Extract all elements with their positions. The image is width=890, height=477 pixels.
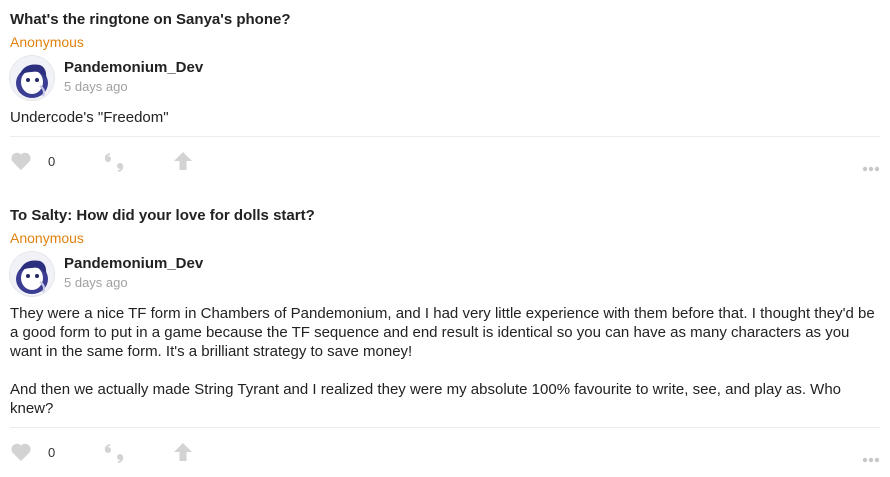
answer-paragraph: Undercode's "Freedom"	[10, 109, 169, 126]
action-bar: 0	[10, 137, 880, 185]
heart-icon[interactable]	[10, 151, 32, 176]
avatar-image	[10, 252, 54, 296]
asker-name: Anonymous	[10, 34, 84, 50]
avatar-image	[10, 56, 54, 100]
action-bar: 0	[10, 428, 880, 476]
arrow-up-icon[interactable]	[173, 151, 193, 176]
arrow-up-icon[interactable]	[173, 442, 193, 467]
timestamp[interactable]: 5 days ago	[64, 275, 128, 291]
answer-text: Undercode's "Freedom"	[10, 108, 880, 127]
author-row: Pandemonium_Dev 5 days ago	[10, 252, 880, 298]
timestamp[interactable]: 5 days ago	[64, 79, 128, 95]
quote-icon[interactable]	[103, 444, 125, 469]
asker-name: Anonymous	[10, 230, 84, 246]
author-name[interactable]: Pandemonium_Dev	[64, 255, 203, 273]
avatar[interactable]	[10, 252, 54, 296]
author-row: Pandemonium_Dev 5 days ago	[10, 56, 880, 102]
author-name[interactable]: Pandemonium_Dev	[64, 59, 203, 77]
heart-icon[interactable]	[10, 442, 32, 467]
question-text[interactable]: To Salty: How did your love for dolls st…	[10, 206, 880, 226]
answer-paragraph: They were a nice TF form in Chambers of …	[10, 305, 875, 360]
answer-card: To Salty: How did your love for dolls st…	[10, 206, 880, 476]
like-count: 0	[48, 445, 56, 460]
more-dots-icon[interactable]	[862, 450, 880, 468]
quote-icon[interactable]	[103, 153, 125, 178]
question-text[interactable]: What's the ringtone on Sanya's phone?	[10, 10, 880, 30]
avatar[interactable]	[10, 56, 54, 100]
answer-paragraph: And then we actually made String Tyrant …	[10, 381, 842, 417]
answer-card: What's the ringtone on Sanya's phone? An…	[10, 10, 880, 185]
answer-text: They were a nice TF form in Chambers of …	[10, 304, 880, 418]
like-count: 0	[48, 154, 56, 169]
more-dots-icon[interactable]	[862, 159, 880, 177]
